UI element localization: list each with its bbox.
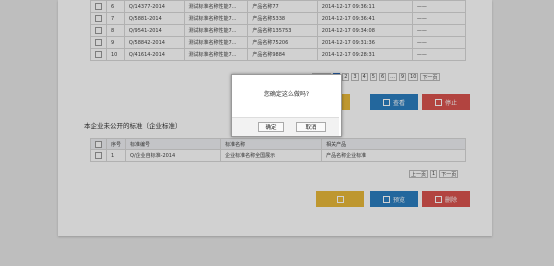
confirm-button[interactable]: 确定: [258, 122, 284, 132]
confirm-dialog: 您确定这么做吗? 确定 取消: [231, 74, 342, 137]
cancel-button[interactable]: 取消: [296, 122, 326, 132]
dialog-message: 您确定这么做吗?: [263, 91, 310, 98]
dialog-footer: 确定 取消: [232, 117, 339, 136]
